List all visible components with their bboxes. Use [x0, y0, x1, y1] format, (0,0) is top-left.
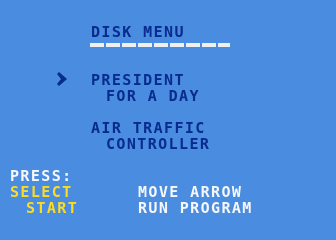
menu-title: DISK MENU	[91, 23, 185, 41]
disk-menu-screen: DISK MENU PRESIDENT FOR A DAY AIR TRAFFI…	[0, 0, 336, 240]
menu-item-air-traffic-line-1[interactable]: AIR TRAFFIC	[91, 120, 206, 136]
menu-item-president-line-1[interactable]: PRESIDENT	[91, 72, 185, 88]
menu-item-president-line-2[interactable]: FOR A DAY	[106, 88, 200, 104]
menu-title-underline	[90, 43, 230, 47]
selection-arrow-icon	[57, 72, 67, 86]
select-key-label: SELECT	[10, 183, 73, 201]
press-label: PRESS:	[10, 167, 73, 185]
select-action-label: MOVE ARROW	[138, 183, 243, 201]
start-key-label: START	[26, 199, 79, 217]
start-action-label: RUN PROGRAM	[138, 199, 253, 217]
menu-item-air-traffic-line-2[interactable]: CONTROLLER	[106, 136, 210, 152]
